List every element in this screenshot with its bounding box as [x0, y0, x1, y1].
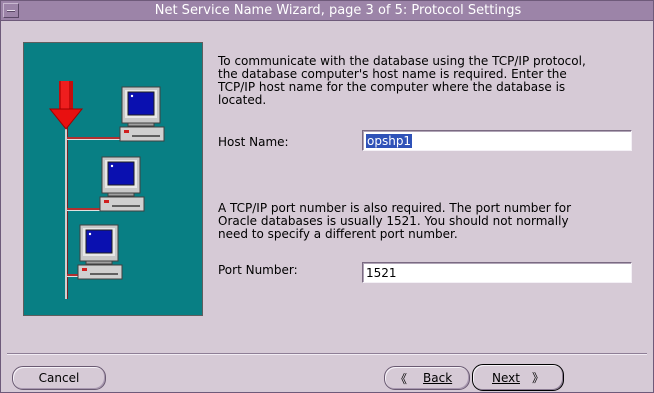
host-name-field[interactable]: opshp1 [362, 130, 632, 151]
host-instructions: To communicate with the database using t… [218, 55, 648, 107]
next-button[interactable]: Next 》 [472, 364, 564, 391]
port-instructions-line: Oracle databases is usually 1521. You sh… [218, 214, 569, 228]
back-button-label: Back [423, 371, 453, 385]
port-number-value: 1521 [366, 266, 397, 280]
next-button-label: Next [492, 370, 520, 385]
cancel-button[interactable]: Cancel [12, 366, 106, 390]
wizard-content: To communicate with the database using t… [9, 29, 645, 359]
host-name-value: opshp1 [366, 134, 413, 148]
title-bar[interactable]: Net Service Name Wizard, page 3 of 5: Pr… [1, 1, 653, 21]
host-instructions-line: To communicate with the database using t… [218, 54, 586, 68]
chevron-right-icon: 》 [531, 371, 544, 385]
chevron-left-icon: 《 [395, 371, 408, 386]
window-title: Net Service Name Wizard, page 3 of 5: Pr… [154, 3, 522, 18]
cancel-button-label: Cancel [38, 371, 80, 385]
port-instructions: A TCP/IP port number is also required. T… [218, 202, 648, 241]
wizard-window: Net Service Name Wizard, page 3 of 5: Pr… [0, 0, 654, 393]
port-number-field[interactable]: 1521 [362, 262, 632, 283]
menu-bar-icon [7, 10, 15, 12]
back-button[interactable]: 《 Back [384, 366, 470, 390]
network-illustration [23, 42, 203, 316]
host-name-label: Host Name: [218, 135, 289, 149]
network-computers-icon [48, 81, 165, 299]
window-menu-button[interactable] [3, 3, 19, 18]
port-number-label: Port Number: [218, 263, 298, 277]
footer-separator [7, 353, 647, 355]
host-instructions-line: located. [218, 93, 267, 107]
port-instructions-line: A TCP/IP port number is also required. T… [218, 201, 572, 215]
host-instructions-line: the database computer's host name is req… [218, 67, 567, 81]
port-instructions-line: need to specify a different port number. [218, 227, 458, 241]
host-instructions-line: TCP/IP host name for the computer where … [218, 80, 566, 94]
